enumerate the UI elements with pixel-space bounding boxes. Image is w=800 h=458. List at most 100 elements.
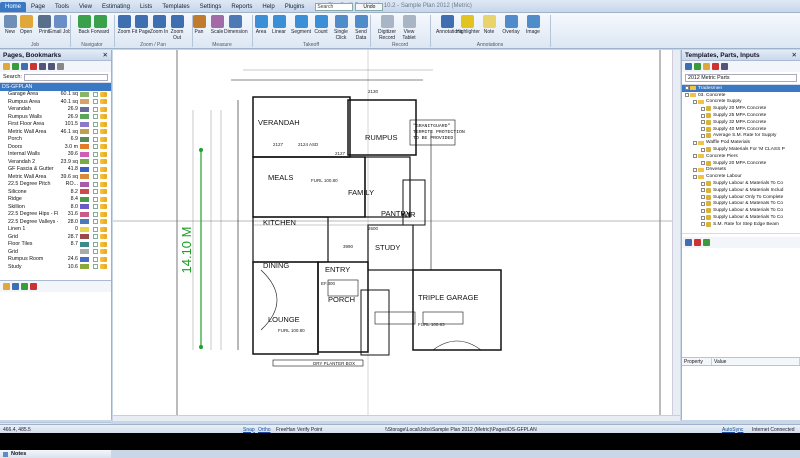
- pencil-icon[interactable]: [100, 204, 107, 210]
- parts-tree-item[interactable]: Supply Labour Only To Complete: [682, 194, 800, 201]
- pencil-icon[interactable]: [100, 99, 107, 105]
- takeoff-item[interactable]: Grid 28.7: [0, 233, 111, 241]
- visibility-checkbox[interactable]: [93, 144, 98, 150]
- add-icon[interactable]: [703, 239, 710, 246]
- color-swatch[interactable]: [80, 174, 89, 180]
- color-swatch[interactable]: [80, 91, 89, 97]
- pencil-icon[interactable]: [100, 151, 107, 157]
- takeoff-item[interactable]: Metric Wall Area 46.1 sq: [0, 128, 111, 136]
- vertical-scrollbar[interactable]: [672, 50, 680, 415]
- parts-tree-item[interactable]: Supply Labour & Materials To Co: [682, 180, 800, 187]
- expand-icon[interactable]: [701, 127, 705, 132]
- menu-help[interactable]: Help: [257, 2, 279, 12]
- expand-icon[interactable]: [685, 93, 689, 98]
- visibility-checkbox[interactable]: [93, 129, 98, 135]
- visibility-checkbox[interactable]: [93, 181, 98, 187]
- parts-tree-item[interactable]: Tradesmen: [682, 85, 800, 92]
- menu-lists[interactable]: Lists: [135, 2, 157, 12]
- menu-reports[interactable]: Reports: [226, 2, 257, 12]
- visibility-checkbox[interactable]: [93, 264, 98, 269]
- pencil-icon[interactable]: [100, 159, 107, 165]
- menu-settings[interactable]: Settings: [195, 2, 227, 12]
- pencil-icon[interactable]: [100, 226, 107, 232]
- expand-icon[interactable]: [693, 174, 697, 179]
- parts-tree-item[interactable]: Supply Labour & Materials To Co: [682, 207, 800, 214]
- delete-icon[interactable]: [30, 63, 37, 70]
- menu-tools[interactable]: Tools: [50, 2, 74, 12]
- takeoff-item[interactable]: Ridge 8.4: [0, 196, 111, 204]
- color-swatch[interactable]: [80, 189, 89, 195]
- ortho-toggle[interactable]: Ortho: [258, 427, 271, 433]
- highlighter-button[interactable]: Highlighter: [456, 15, 480, 35]
- delete-icon[interactable]: [694, 239, 701, 246]
- parts-dropdown[interactable]: 2012 Metric Parts: [685, 74, 797, 82]
- expand-icon[interactable]: [693, 99, 697, 104]
- close-icon[interactable]: ✕: [103, 51, 108, 59]
- parts-tree-item[interactable]: Supply Labour & Materials To Co: [682, 201, 800, 208]
- menu-templates[interactable]: Templates: [157, 2, 194, 12]
- expand-icon[interactable]: [701, 120, 705, 125]
- color-swatch[interactable]: [80, 256, 89, 262]
- settings-icon[interactable]: [721, 63, 728, 70]
- color-swatch[interactable]: [80, 264, 89, 269]
- parts-tree-item[interactable]: Concrete Piers: [682, 153, 800, 160]
- pencil-icon[interactable]: [100, 234, 107, 240]
- takeoff-item[interactable]: Skillion 8.0: [0, 203, 111, 211]
- takeoff-item[interactable]: 22.5 Degree Valleys - GF 28.0: [0, 218, 111, 226]
- autosync-link[interactable]: AutoSync: [722, 427, 743, 433]
- email-job-button[interactable]: Email Job: [49, 15, 71, 35]
- pencil-icon[interactable]: [100, 256, 107, 262]
- parts-tree-item[interactable]: Supply Materials For 'M CLASS P: [682, 146, 800, 153]
- takeoff-item[interactable]: Silicone 8.2: [0, 188, 111, 196]
- visibility-checkbox[interactable]: [93, 174, 98, 180]
- takeoff-item[interactable]: Garage Area 60.1 sq: [0, 91, 111, 99]
- takeoff-item[interactable]: First Floor Area 101.5: [0, 121, 111, 129]
- menu-view[interactable]: View: [74, 2, 97, 12]
- pencil-icon[interactable]: [100, 196, 107, 202]
- parts-tree-item[interactable]: Concrete Supply: [682, 99, 800, 106]
- count-button[interactable]: Count: [310, 15, 332, 35]
- expand-icon[interactable]: [701, 215, 705, 220]
- visibility-checkbox[interactable]: [93, 99, 98, 105]
- folder-icon[interactable]: [703, 63, 710, 70]
- note-button[interactable]: Note: [478, 15, 500, 35]
- takeoff-item[interactable]: Rumpus Walls 26.9: [0, 113, 111, 121]
- visibility-checkbox[interactable]: [93, 256, 98, 262]
- takeoff-item[interactable]: Internal Walls 39.6: [0, 151, 111, 159]
- takeoff-item[interactable]: 22.5 Degree Pitch RO...: [0, 181, 111, 189]
- send-data-button[interactable]: Send Data: [350, 15, 372, 41]
- visibility-checkbox[interactable]: [93, 241, 98, 247]
- bookmark-icon[interactable]: [12, 283, 19, 290]
- parts-tree-item[interactable]: Average S.M. Rate for Supply: [682, 133, 800, 140]
- quick-search-input[interactable]: Search: [315, 3, 354, 11]
- color-swatch[interactable]: [80, 211, 89, 217]
- search-input[interactable]: [23, 73, 108, 81]
- takeoff-item[interactable]: Linen 1 0: [0, 226, 111, 234]
- down-icon[interactable]: [48, 63, 55, 70]
- visibility-checkbox[interactable]: [93, 121, 98, 127]
- plan-canvas[interactable]: 14.10 M VERANDAH RUMPUS MEALS FAMILY KITCHEN…: [113, 50, 680, 420]
- color-swatch[interactable]: [80, 204, 89, 210]
- parts-tree-item[interactable]: S.M. Rate for Step Edge Beam: [682, 221, 800, 228]
- color-swatch[interactable]: [80, 249, 89, 255]
- takeoff-item[interactable]: Metric Wall Area 39.6 sq: [0, 173, 111, 181]
- pencil-icon[interactable]: [100, 189, 107, 195]
- expand-icon[interactable]: [685, 86, 689, 91]
- add-icon[interactable]: [12, 63, 19, 70]
- visibility-checkbox[interactable]: [93, 226, 98, 232]
- color-swatch[interactable]: [80, 136, 89, 142]
- pencil-icon[interactable]: [100, 106, 107, 112]
- expand-icon[interactable]: [693, 140, 697, 145]
- expand-icon[interactable]: [701, 222, 705, 227]
- color-swatch[interactable]: [80, 159, 89, 165]
- nav-tab-notes[interactable]: Notes: [0, 449, 111, 458]
- visibility-checkbox[interactable]: [93, 114, 98, 120]
- add-icon[interactable]: [694, 63, 701, 70]
- menu-estimating[interactable]: Estimating: [97, 2, 135, 12]
- menu-page[interactable]: Page: [26, 2, 50, 12]
- overlay-button[interactable]: Overlay: [500, 15, 522, 35]
- gear-icon[interactable]: [685, 239, 692, 246]
- annotations-button[interactable]: Annotations: [436, 15, 462, 35]
- parts-tree-item[interactable]: 03. Concrete: [682, 92, 800, 99]
- menu-plugins[interactable]: Plugins: [280, 2, 310, 12]
